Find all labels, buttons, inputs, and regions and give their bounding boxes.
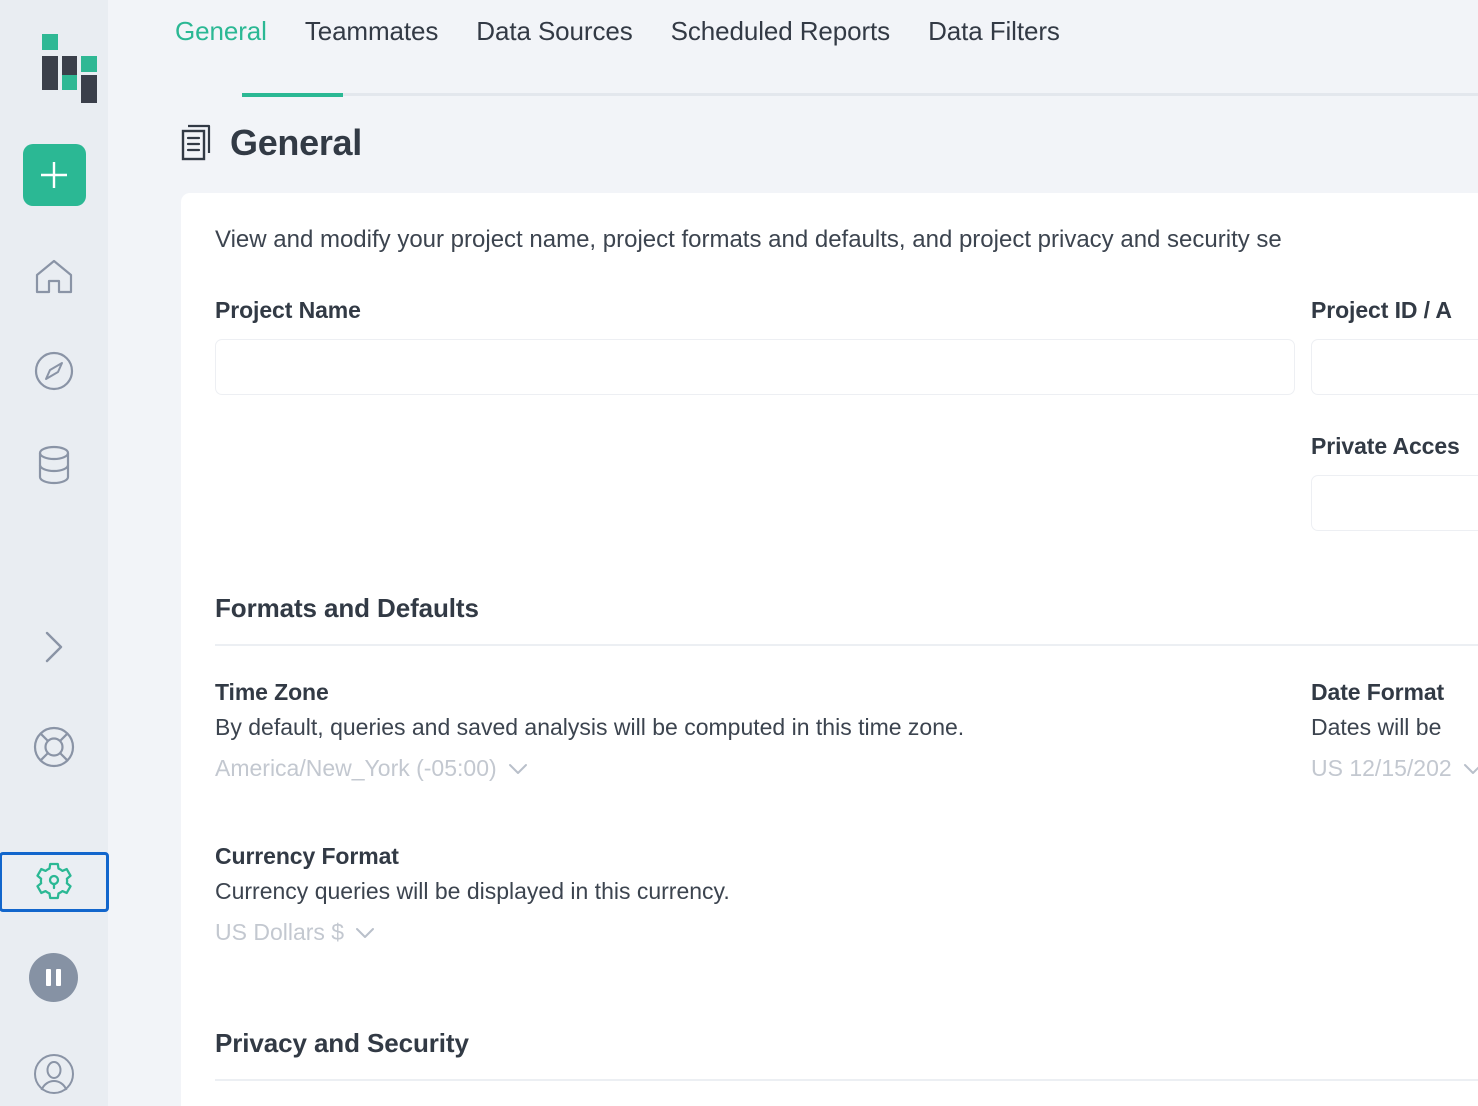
date-format-value: US 12/15/202 (1311, 755, 1452, 781)
time-zone-select[interactable]: America/New_York (-05:00) (215, 755, 1295, 782)
tab-underline-track (242, 93, 1478, 97)
logo-block-6 (81, 75, 97, 103)
date-format-label: Date Format (1311, 679, 1445, 705)
date-format-select[interactable]: US 12/15/202 (1311, 755, 1478, 782)
lifebuoy-icon (33, 726, 75, 768)
formats-section-title: Formats and Defaults (215, 593, 479, 623)
chevron-down-icon (1463, 763, 1478, 774)
project-name-input[interactable] (215, 339, 1295, 395)
page-description: View and modify your project name, proje… (215, 226, 1282, 253)
formats-section-divider (215, 644, 1478, 646)
settings-card: View and modify your project name, proje… (181, 193, 1478, 1106)
date-format-description: Dates will be (1311, 714, 1442, 740)
app-root: General Teammates Data Sources Scheduled… (0, 0, 1478, 1106)
logo-block-5 (62, 75, 77, 90)
add-new-button[interactable] (22, 144, 86, 206)
page-title: General (230, 122, 362, 163)
pause-status-button[interactable] (29, 953, 78, 1002)
time-zone-description: By default, queries and saved analysis w… (215, 714, 965, 740)
avatar[interactable] (28, 1048, 80, 1100)
logo-block-2 (42, 56, 58, 90)
logo-block-1 (42, 34, 58, 50)
compass-icon (34, 351, 74, 391)
sidebar-item-explore[interactable] (25, 342, 83, 400)
project-id-field-group: Project ID / A (1311, 297, 1478, 395)
currency-format-description: Currency queries will be displayed in th… (215, 878, 730, 904)
privacy-section-title: Privacy and Security (215, 1028, 469, 1058)
home-icon (35, 259, 73, 294)
time-zone-label: Time Zone (215, 679, 329, 705)
tab-teammates[interactable]: Teammates (305, 18, 457, 44)
logo-block-4 (81, 56, 97, 72)
tab-data-filters[interactable]: Data Filters (928, 18, 1079, 44)
currency-format-label: Currency Format (215, 843, 399, 869)
currency-format-select[interactable]: US Dollars $ (215, 919, 1295, 946)
sidebar-gutter (108, 0, 175, 1106)
tab-active-underline (242, 93, 343, 97)
documents-icon (181, 124, 211, 161)
currency-format-value: US Dollars $ (215, 919, 345, 945)
tab-scheduled-reports[interactable]: Scheduled Reports (671, 18, 909, 44)
sidebar-item-data[interactable] (25, 436, 83, 494)
chevron-down-icon (508, 763, 527, 774)
tab-data-sources[interactable]: Data Sources (476, 18, 651, 44)
privacy-section-divider (215, 1079, 1478, 1081)
page-header: General (181, 122, 362, 164)
app-logo[interactable] (30, 34, 97, 103)
main-content: General Teammates Data Sources Scheduled… (175, 0, 1478, 1106)
private-access-label: Private Acces (1311, 433, 1460, 459)
currency-format-group: Currency Format Currency queries will be… (215, 843, 1295, 946)
project-name-field-group: Project Name (215, 297, 1295, 395)
tab-bar: General Teammates Data Sources Scheduled… (175, 0, 1478, 97)
chevron-right-icon (45, 631, 63, 663)
pause-bar-right (56, 969, 61, 986)
time-zone-group: Time Zone By default, queries and saved … (215, 679, 1295, 782)
user-avatar-icon (34, 1054, 74, 1094)
database-icon (38, 445, 70, 485)
sidebar-item-help[interactable] (25, 718, 83, 776)
project-name-label: Project Name (215, 297, 361, 323)
pause-bar-left (46, 969, 51, 986)
sidebar-item-settings[interactable] (0, 852, 109, 912)
sidebar (0, 0, 109, 1106)
gear-icon (36, 862, 72, 900)
project-id-input[interactable] (1311, 339, 1478, 395)
sidebar-item-home[interactable] (25, 248, 83, 306)
tab-general[interactable]: General (175, 18, 286, 44)
project-id-label: Project ID / A (1311, 297, 1452, 323)
sidebar-expand-toggle[interactable] (25, 618, 83, 676)
private-access-field-group: Private Acces (1311, 433, 1478, 531)
time-zone-value: America/New_York (-05:00) (215, 755, 497, 781)
private-access-input[interactable] (1311, 475, 1478, 531)
date-format-group: Date Format Dates will be US 12/15/202 (1311, 679, 1478, 782)
plus-icon (41, 162, 67, 188)
chevron-down-icon (356, 927, 375, 938)
